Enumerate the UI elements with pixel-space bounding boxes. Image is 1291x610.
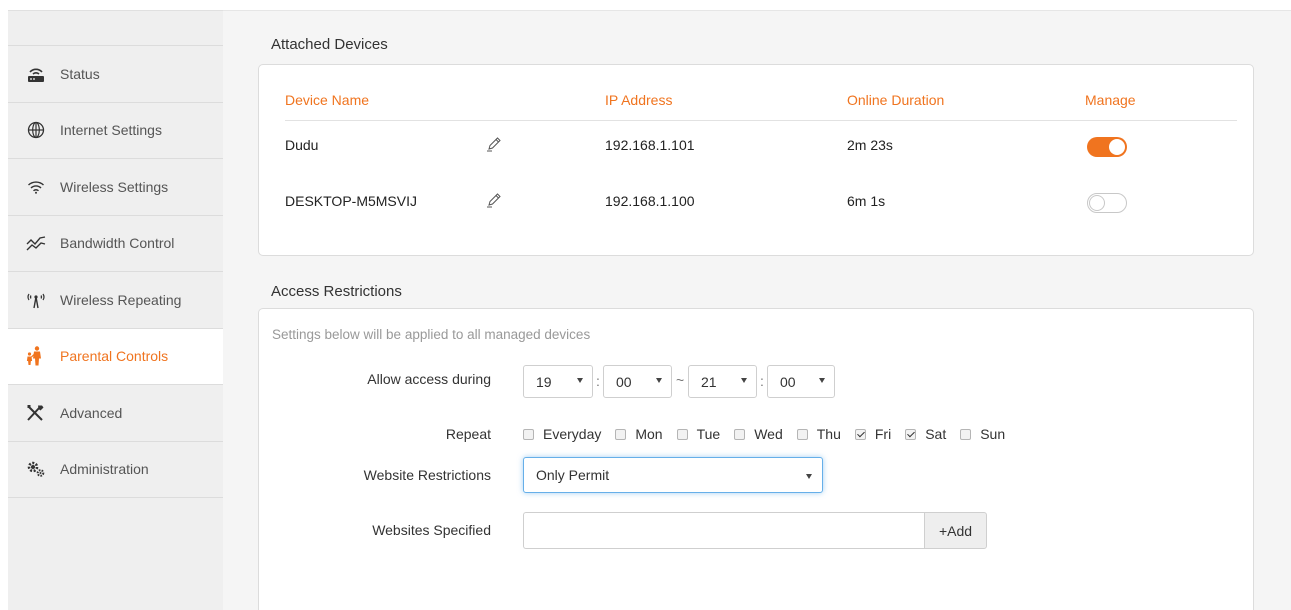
sidebar-item-advanced[interactable]: Advanced xyxy=(8,385,223,442)
sidebar-item-administration[interactable]: Administration xyxy=(8,442,223,498)
sidebar-item-label: Advanced xyxy=(60,404,123,421)
toggle-knob xyxy=(1109,139,1125,155)
main-content: Attached Devices Device Name IP Address … xyxy=(223,10,1291,610)
tools-icon xyxy=(25,403,47,423)
device-ip: 192.168.1.101 xyxy=(605,137,695,153)
checkbox[interactable] xyxy=(734,428,746,440)
checkbox[interactable] xyxy=(615,428,627,440)
header-divider xyxy=(285,120,1237,121)
end-hour-select[interactable]: 21 xyxy=(688,365,757,398)
caret-down-icon xyxy=(656,378,662,383)
range-separator: ~ xyxy=(676,372,685,388)
repeat-days: Everyday Mon Tue Wed Thu Fri Sat Sun xyxy=(523,426,1019,442)
caret-down-icon xyxy=(819,378,825,383)
day-wed[interactable]: Wed xyxy=(734,426,783,442)
caret-down-icon xyxy=(577,378,583,383)
day-sat[interactable]: Sat xyxy=(905,426,946,442)
select-value: 00 xyxy=(616,373,632,390)
day-tue[interactable]: Tue xyxy=(676,426,721,442)
allow-access-label: Allow access during xyxy=(367,371,491,387)
sidebar-item-label: Administration xyxy=(60,461,149,478)
caret-down-icon xyxy=(741,378,747,383)
manage-toggle[interactable] xyxy=(1087,137,1127,157)
router-icon xyxy=(25,64,47,84)
sidebar-item-label: Status xyxy=(60,65,100,82)
header-device-name: Device Name xyxy=(285,92,370,108)
day-sun[interactable]: Sun xyxy=(960,426,1005,442)
day-everyday[interactable]: Everyday xyxy=(523,426,601,442)
device-duration: 2m 23s xyxy=(847,137,893,153)
device-duration: 6m 1s xyxy=(847,193,886,209)
add-website-button[interactable]: +Add xyxy=(924,512,987,549)
header-online-duration: Online Duration xyxy=(847,92,945,108)
checkbox[interactable] xyxy=(960,428,972,440)
sidebar-item-wireless-settings[interactable]: Wireless Settings xyxy=(8,159,223,216)
sidebar-item-label: Wireless Repeating xyxy=(60,291,182,308)
checkbox[interactable] xyxy=(523,428,534,440)
end-minute-select[interactable]: 00 xyxy=(767,365,835,398)
sidebar-item-label: Internet Settings xyxy=(60,122,162,139)
select-value: 21 xyxy=(701,373,717,390)
day-thu[interactable]: Thu xyxy=(796,426,841,442)
sidebar-item-wireless-repeating[interactable]: Wireless Repeating xyxy=(8,272,223,329)
attached-devices-title: Attached Devices xyxy=(271,36,388,53)
caret-down-icon xyxy=(806,474,812,479)
wifi-icon xyxy=(25,177,47,197)
sidebar-top-spacer xyxy=(8,11,223,46)
device-name: Dudu xyxy=(285,137,319,153)
sidebar-item-parental-controls[interactable]: Parental Controls xyxy=(8,328,223,385)
day-label: Sun xyxy=(980,426,1006,442)
parent-child-icon xyxy=(25,346,47,366)
globe-icon xyxy=(25,120,47,140)
sidebar-item-status[interactable]: Status xyxy=(8,46,223,103)
time-separator: : xyxy=(760,373,764,389)
access-restrictions-panel: Settings below will be applied to all ma… xyxy=(258,308,1254,610)
day-label: Thu xyxy=(816,426,841,442)
managed-devices-hint: Settings below will be applied to all ma… xyxy=(272,327,591,342)
edit-pencil-icon[interactable] xyxy=(486,192,502,208)
sidebar: Status Internet Settings Wireless Settin… xyxy=(8,10,223,610)
day-label: Fri xyxy=(874,426,892,442)
sidebar-item-internet-settings[interactable]: Internet Settings xyxy=(8,103,223,159)
antenna-icon xyxy=(25,290,47,310)
day-label: Sat xyxy=(925,426,947,442)
day-label: Mon xyxy=(635,426,663,442)
website-restrictions-select[interactable]: Only Permit xyxy=(523,457,823,493)
day-fri[interactable]: Fri xyxy=(854,426,892,442)
manage-toggle[interactable] xyxy=(1087,193,1127,213)
website-restrictions-label: Website Restrictions xyxy=(363,467,491,483)
device-ip: 192.168.1.100 xyxy=(605,193,695,209)
header-ip-address: IP Address xyxy=(605,92,673,108)
sidebar-item-label: Bandwidth Control xyxy=(60,235,175,252)
attached-devices-panel: Device Name IP Address Online Duration M… xyxy=(258,64,1254,256)
start-hour-select[interactable]: 19 xyxy=(523,365,593,398)
checkbox[interactable] xyxy=(854,428,866,440)
checkbox[interactable] xyxy=(676,428,688,440)
edit-pencil-icon[interactable] xyxy=(486,136,502,152)
device-name: DESKTOP-M5MSVIJ xyxy=(285,193,417,209)
select-value: 19 xyxy=(536,373,552,390)
access-restrictions-title: Access Restrictions xyxy=(271,283,402,300)
day-mon[interactable]: Mon xyxy=(615,426,663,442)
sidebar-item-bandwidth-control[interactable]: Bandwidth Control xyxy=(8,216,223,272)
day-label: Tue xyxy=(696,426,721,442)
time-separator: : xyxy=(596,373,600,389)
day-label: Everyday xyxy=(543,426,602,442)
gears-icon xyxy=(25,459,47,479)
header-manage: Manage xyxy=(1085,92,1136,108)
sidebar-item-label: Parental Controls xyxy=(60,348,169,365)
repeat-label: Repeat xyxy=(445,426,491,442)
checkbox[interactable] xyxy=(905,428,917,440)
websites-specified-label: Websites Specified xyxy=(372,522,491,538)
websites-specified-input[interactable] xyxy=(523,512,925,549)
start-minute-select[interactable]: 00 xyxy=(603,365,672,398)
select-value: 00 xyxy=(780,373,796,390)
select-value: Only Permit xyxy=(536,467,610,483)
toggle-knob xyxy=(1089,195,1105,211)
sidebar-item-label: Wireless Settings xyxy=(60,178,169,195)
bandwidth-icon xyxy=(25,233,47,253)
day-label: Wed xyxy=(754,426,783,442)
checkbox[interactable] xyxy=(796,428,808,440)
